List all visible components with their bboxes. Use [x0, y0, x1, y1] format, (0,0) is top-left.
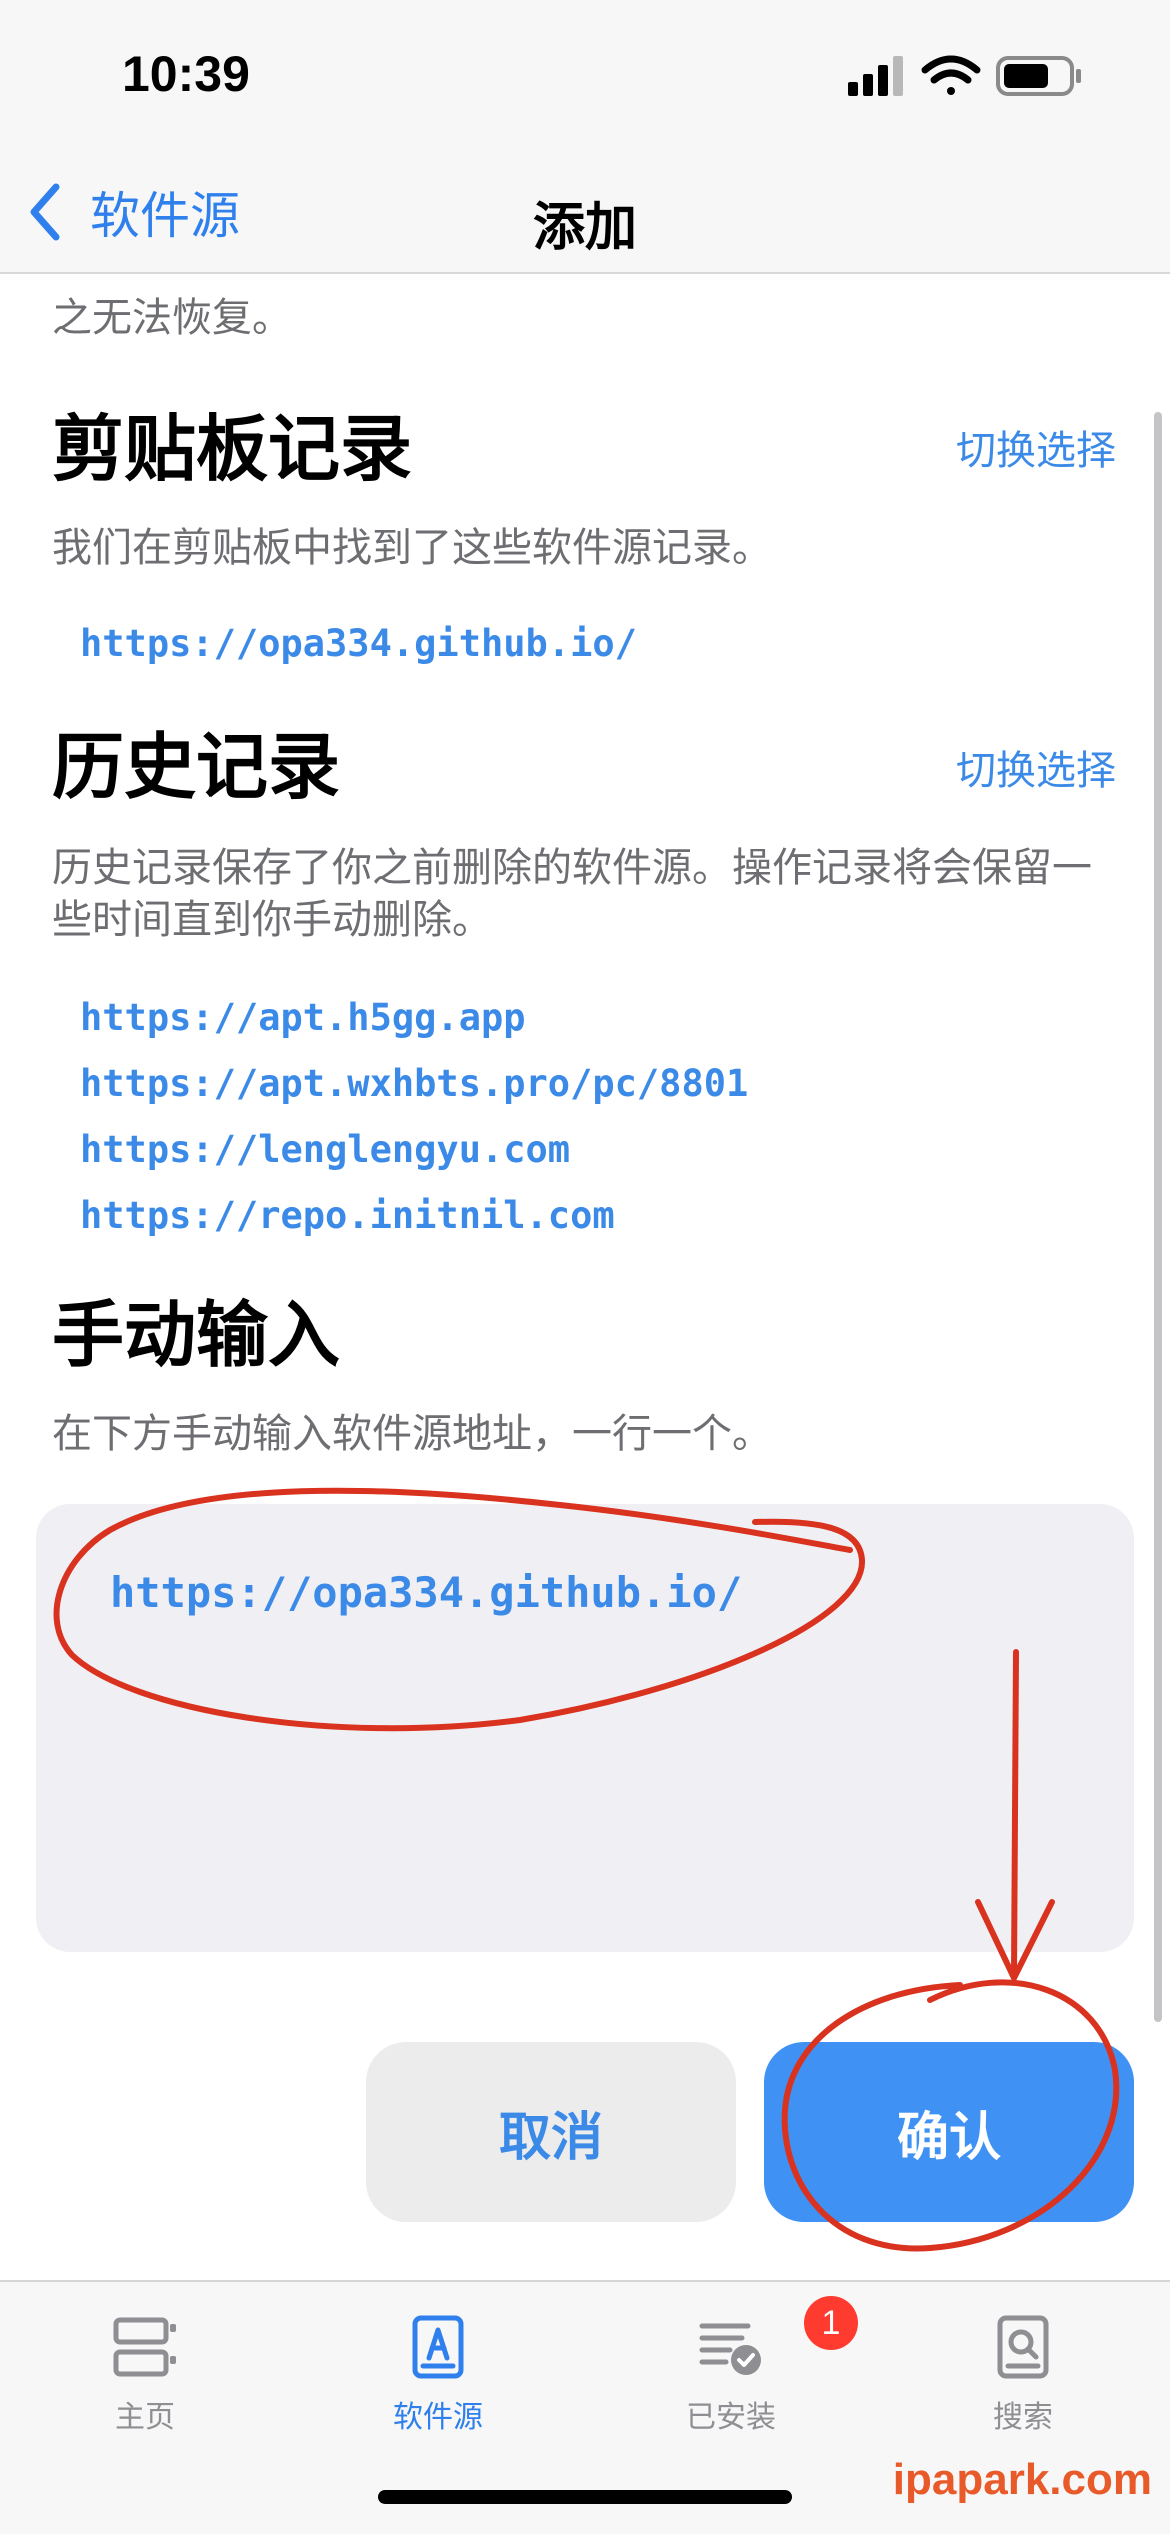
home-icon [113, 2317, 176, 2377]
installed-icon [699, 2323, 761, 2375]
sources-icon [412, 2315, 464, 2379]
content-scroll[interactable]: 之无法恢复。 剪贴板记录 切换选择 我们在剪贴板中找到了这些软件源记录。 htt… [0, 272, 1170, 2262]
tab-home-label: 主页 [115, 2400, 175, 2435]
history-section-title: 历史记录 [52, 725, 341, 809]
home-indicator [378, 2490, 792, 2504]
tab-installed[interactable]: 1 已安装 [636, 2296, 858, 2436]
manual-description: 在下方手动输入软件源地址，一行一个。 [52, 1411, 772, 1457]
manual-section-title: 手动输入 [52, 1293, 341, 1377]
wifi-icon [921, 55, 981, 95]
signal-icon [848, 56, 903, 96]
status-icons [848, 55, 1081, 96]
tab-sources-label: 软件源 [393, 2400, 483, 2435]
clipboard-section-title: 剪贴板记录 [52, 407, 413, 491]
history-link[interactable]: https://apt.wxhbts.pro/pc/8801 [80, 1062, 748, 1105]
tab-installed-label: 已安装 [686, 2400, 776, 2435]
clipboard-description: 我们在剪贴板中找到了这些软件源记录。 [52, 525, 772, 571]
history-link[interactable]: https://lenglengyu.com [80, 1128, 570, 1171]
installed-badge: 1 [804, 2296, 858, 2350]
history-toggle-select-button[interactable]: 切换选择 [956, 738, 1116, 796]
scrollbar[interactable] [1154, 412, 1162, 2022]
tab-sources[interactable]: 软件源 [343, 2312, 533, 2436]
cancel-button[interactable]: 取消 [366, 2042, 736, 2222]
confirm-button[interactable]: 确认 [764, 2042, 1134, 2222]
page-title: 添加 [532, 198, 637, 258]
history-link[interactable]: https://repo.initnil.com [80, 1194, 615, 1237]
tab-search[interactable]: 搜索 [928, 2312, 1118, 2436]
battery-icon [996, 56, 1081, 96]
watermark: ipapark.com [892, 2455, 1152, 2504]
cut-off-text: 之无法恢复。 [52, 295, 292, 341]
status-time: 10:39 [122, 46, 250, 102]
tab-search-label: 搜索 [993, 2400, 1053, 2435]
search-icon [997, 2315, 1049, 2379]
navigation-bar: 软件源 添加 [0, 155, 1170, 274]
source-url-value: https://opa334.github.io/ [110, 1568, 743, 1617]
history-link[interactable]: https://apt.h5gg.app [80, 996, 526, 1039]
source-url-textarea[interactable]: https://opa334.github.io/ [36, 1504, 1134, 1952]
tab-home[interactable]: 主页 [50, 2312, 240, 2436]
history-description: 历史记录保存了你之前删除的软件源。操作记录将会保留一些时间直到你手动删除。 [52, 845, 1092, 943]
status-bar: 10:39 [0, 0, 1170, 155]
clipboard-toggle-select-button[interactable]: 切换选择 [956, 418, 1116, 476]
clipboard-link[interactable]: https://opa334.github.io/ [80, 622, 637, 665]
